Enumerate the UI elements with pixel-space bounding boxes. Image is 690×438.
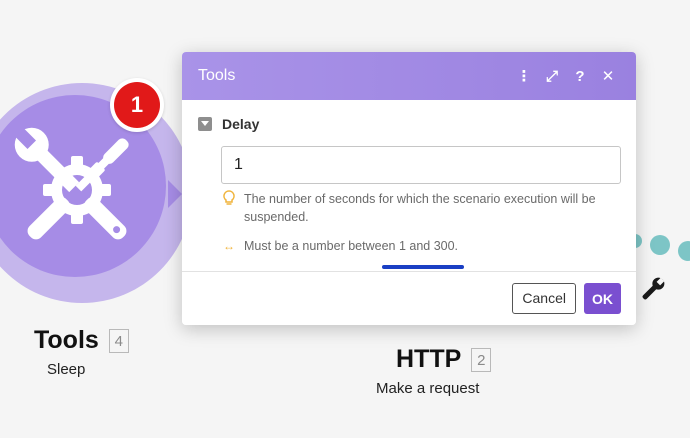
delay-hint: The number of seconds for which the scen…	[222, 190, 612, 226]
http-module-label: HTTP 2	[396, 345, 492, 374]
range-arrows-icon: ↔	[223, 239, 235, 253]
route-settings-wrench-icon[interactable]	[638, 276, 666, 304]
cancel-button[interactable]: Cancel	[512, 283, 576, 314]
tools-module-subtitle: Sleep	[47, 361, 86, 378]
delay-range-hint: ↔ Must be a number between 1 and 300.	[222, 237, 612, 255]
connection-dot	[678, 241, 690, 261]
annotation-underline	[382, 265, 464, 269]
tools-module-connector-arrow	[168, 180, 182, 208]
connection-dot	[650, 235, 670, 255]
http-module-number: 2	[471, 347, 492, 372]
expand-icon[interactable]: ⤢	[538, 62, 566, 90]
dialog-footer: Cancel OK	[182, 271, 636, 325]
tools-module-label: Tools 4	[34, 326, 129, 355]
http-module-subtitle: Make a request	[376, 380, 480, 397]
lightbulb-icon	[222, 190, 236, 226]
dialog-header: Tools ⋮ ⤢ ? ✕	[182, 52, 636, 100]
tools-module-number: 4	[108, 328, 129, 353]
delay-field-label: Delay	[222, 116, 260, 132]
collapse-toggle-icon[interactable]	[198, 117, 212, 131]
close-icon[interactable]: ✕	[594, 62, 622, 90]
http-module-title: HTTP	[396, 345, 462, 373]
scenario-canvas: 1 Tools 4 Sleep HTTP 2 Make a request To…	[0, 0, 690, 438]
dialog-title: Tools	[198, 67, 236, 84]
ok-button[interactable]: OK	[584, 283, 621, 314]
delay-input[interactable]	[221, 146, 621, 184]
tools-module[interactable]	[0, 83, 192, 303]
operations-badge-count: 1	[114, 82, 160, 128]
help-icon[interactable]: ?	[566, 62, 594, 90]
delay-range-text: Must be a number between 1 and 300.	[244, 239, 459, 253]
more-vertical-icon[interactable]: ⋮	[510, 62, 538, 90]
delay-hint-text: The number of seconds for which the scen…	[244, 192, 596, 224]
operations-badge: 1	[110, 78, 164, 132]
delay-field-header[interactable]: Delay	[198, 116, 259, 132]
tools-module-title: Tools	[34, 326, 99, 354]
